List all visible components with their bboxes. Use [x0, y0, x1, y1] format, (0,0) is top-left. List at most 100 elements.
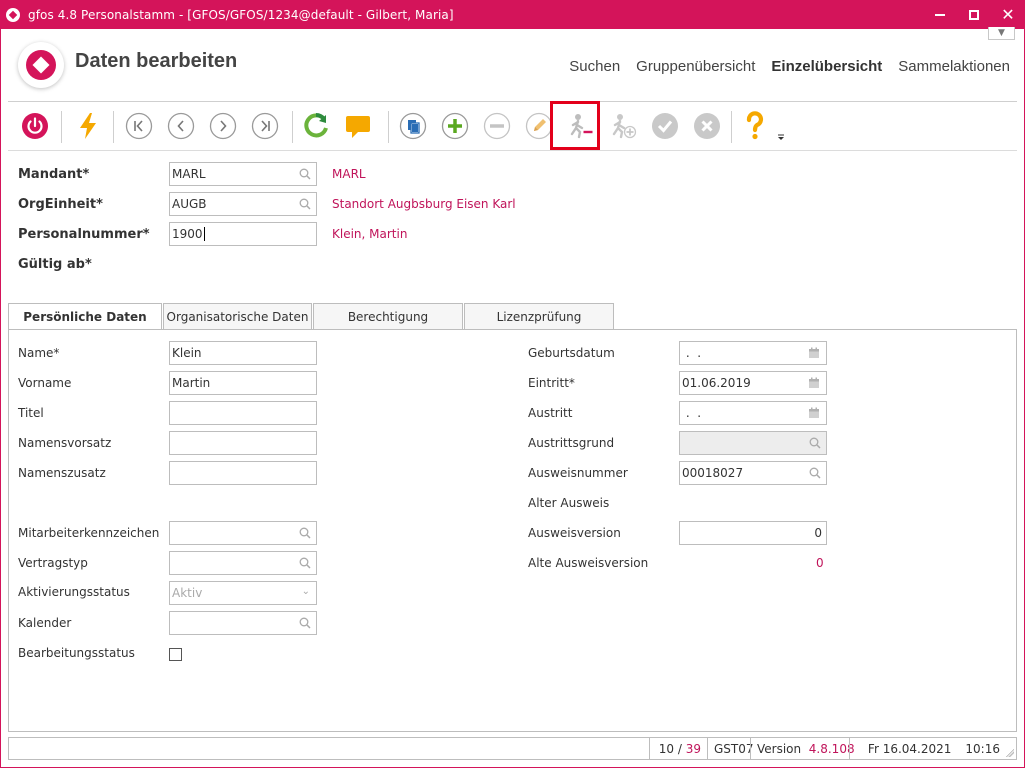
aktivierungsstatus-select[interactable]: Aktiv ⌄ — [169, 581, 317, 605]
next-record-button[interactable] — [204, 107, 242, 145]
copy-button[interactable] — [394, 107, 432, 145]
namenszusatz-field[interactable] — [169, 461, 317, 485]
status-code: GST07 — [707, 738, 754, 759]
app-logo-icon — [6, 7, 20, 22]
personalnummer-field[interactable]: 1900 — [169, 222, 317, 246]
nav-einzeluebersicht[interactable]: Einzelübersicht — [771, 58, 882, 75]
previous-record-icon — [167, 112, 195, 140]
name-field[interactable]: Klein — [169, 341, 317, 365]
mitarbeiterkennzeichen-field[interactable] — [169, 521, 317, 545]
vorname-field[interactable]: Martin — [169, 371, 317, 395]
version-value: 4.8.108 — [808, 741, 855, 756]
next-record-icon — [209, 112, 237, 140]
tab-lizenzpruefung[interactable]: Lizenzprüfung — [464, 303, 614, 330]
minimize-button[interactable] — [923, 0, 957, 29]
namenszusatz-label: Namenszusatz — [18, 466, 106, 480]
ausweisnummer-field[interactable]: 00018027 — [679, 461, 827, 485]
kalender-label: Kalender — [18, 616, 72, 630]
last-record-button[interactable] — [246, 107, 284, 145]
page-title: Daten bearbeiten — [75, 50, 238, 72]
confirm-icon — [652, 113, 678, 139]
gfos-logo — [18, 42, 64, 88]
window-title: gfos 4.8 Personalstamm - [GFOS/GFOS/1234… — [28, 7, 454, 22]
calendar-icon[interactable] — [808, 347, 820, 359]
status-date: Fr 16.04.2021 — [867, 741, 952, 756]
collapse-header-button[interactable]: ▼ — [988, 27, 1015, 40]
status-time: 10:16 — [965, 741, 1000, 756]
mandant-field[interactable]: MARL — [169, 162, 317, 186]
austritt-field[interactable]: . . — [679, 401, 827, 425]
close-button[interactable]: ✕ — [991, 0, 1025, 29]
comment-icon — [346, 116, 370, 138]
maximize-button[interactable] — [957, 0, 991, 29]
power-button[interactable] — [16, 107, 54, 145]
tab-organisatorische-daten[interactable]: Organisatorische Daten — [163, 303, 312, 330]
first-record-button[interactable] — [120, 107, 158, 145]
eintritt-field[interactable]: 01.06.2019 — [679, 371, 827, 395]
power-icon — [22, 113, 48, 139]
nav-sammelaktionen[interactable]: Sammelaktionen — [898, 58, 1010, 75]
last-record-icon — [251, 112, 279, 140]
vertragstyp-field[interactable] — [169, 551, 317, 575]
orgeinheit-label: OrgEinheit* — [18, 197, 103, 212]
person-add-icon — [612, 114, 637, 139]
titel-label: Titel — [18, 406, 44, 420]
record-separator: / — [677, 741, 682, 756]
resize-grip-icon[interactable] — [1006, 749, 1014, 757]
lightning-icon — [80, 113, 96, 139]
search-icon[interactable] — [809, 437, 821, 449]
chevron-down-icon: ⌄ — [301, 586, 310, 597]
name-value: Klein — [172, 346, 202, 360]
comment-button[interactable] — [339, 107, 377, 145]
mitarbeiterkennzeichen-label: Mitarbeiterkennzeichen — [18, 526, 160, 540]
help-button[interactable] — [736, 107, 774, 145]
person-add-button[interactable] — [604, 107, 642, 145]
ausweisnummer-label: Ausweisnummer — [528, 466, 628, 480]
orgeinheit-field[interactable]: AUGB — [169, 192, 317, 216]
namensvorsatz-label: Namensvorsatz — [18, 436, 112, 450]
more-icon — [778, 134, 784, 140]
mandant-value: MARL — [172, 167, 206, 181]
search-icon[interactable] — [299, 198, 311, 210]
bearbeitungsstatus-label: Bearbeitungsstatus — [18, 646, 135, 660]
edit-icon — [525, 112, 553, 140]
confirm-button[interactable] — [646, 107, 684, 145]
calendar-icon[interactable] — [808, 377, 820, 389]
header-divider — [8, 101, 1017, 102]
vertragstyp-label: Vertragstyp — [18, 556, 88, 570]
austritt-value: . . — [682, 406, 702, 420]
austrittsgrund-field[interactable] — [679, 431, 827, 455]
add-icon — [441, 112, 469, 140]
kalender-field[interactable] — [169, 611, 317, 635]
title-bar: gfos 4.8 Personalstamm - [GFOS/GFOS/1234… — [0, 0, 1025, 29]
mandant-label: Mandant* — [18, 167, 90, 182]
bearbeitungsstatus-checkbox[interactable] — [169, 648, 182, 661]
geburtsdatum-label: Geburtsdatum — [528, 346, 615, 360]
tab-persoenliche-daten[interactable]: Persönliche Daten — [8, 303, 162, 331]
search-icon[interactable] — [809, 467, 821, 479]
lightning-button[interactable] — [69, 107, 107, 145]
search-icon[interactable] — [299, 617, 311, 629]
geburtsdatum-value: . . — [682, 346, 702, 360]
namensvorsatz-field[interactable] — [169, 431, 317, 455]
eintritt-label: Eintritt* — [528, 376, 575, 390]
geburtsdatum-field[interactable]: . . — [679, 341, 827, 365]
titel-field[interactable] — [169, 401, 317, 425]
tab-berechtigung[interactable]: Berechtigung — [313, 303, 463, 330]
search-icon[interactable] — [299, 168, 311, 180]
refresh-button[interactable] — [298, 107, 336, 145]
add-button[interactable] — [436, 107, 474, 145]
toolbar-more-button[interactable] — [771, 107, 791, 145]
orgeinheit-ref: Standort Augbsburg Eisen Karl — [332, 197, 516, 211]
ausweisnummer-value: 00018027 — [682, 466, 744, 480]
previous-record-button[interactable] — [162, 107, 200, 145]
remove-button[interactable] — [478, 107, 516, 145]
ausweisversion-field[interactable]: 0 — [679, 521, 827, 545]
orgeinheit-value: AUGB — [172, 197, 207, 211]
nav-gruppenuebersicht[interactable]: Gruppenübersicht — [636, 58, 755, 75]
cancel-button[interactable] — [688, 107, 726, 145]
search-icon[interactable] — [299, 527, 311, 539]
search-icon[interactable] — [299, 557, 311, 569]
calendar-icon[interactable] — [808, 407, 820, 419]
nav-suchen[interactable]: Suchen — [569, 58, 620, 75]
